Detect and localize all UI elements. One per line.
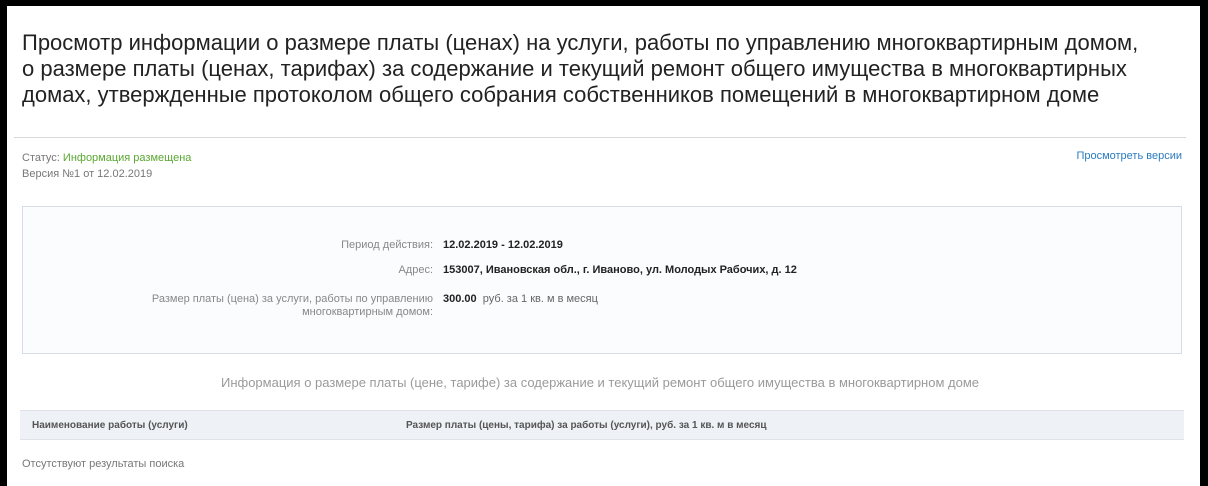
no-results-message: Отсутствуют результаты поиска	[22, 458, 185, 470]
address-value: 153007, Ивановская обл., г. Иваново, ул.…	[443, 264, 797, 276]
fee-row: Размер платы (цена) за услуги, работы по…	[23, 293, 1183, 325]
header-divider	[14, 137, 1186, 138]
section-title: Информация о размере платы (цене, тарифе…	[220, 375, 980, 390]
period-row: Период действия: 12.02.2019 - 12.02.2019	[23, 239, 1183, 255]
fee-value: 300.00 руб. за 1 кв. м в месяц	[443, 293, 598, 305]
address-row: Адрес: 153007, Ивановская обл., г. Ивано…	[23, 264, 1183, 280]
version-info: Версия №1 от 12.02.2019	[22, 168, 153, 180]
table-header: Наименование работы (услуги) Размер плат…	[20, 410, 1184, 440]
title-line-3: домах, утвержденные протоколом общего со…	[22, 82, 1100, 107]
fee-unit: руб. за 1 кв. м в месяц	[482, 293, 598, 305]
status-block: Статус: Информация размещена Версия №1 о…	[22, 150, 191, 182]
details-panel: Период действия: 12.02.2019 - 12.02.2019…	[22, 206, 1182, 354]
page-title: Просмотр информации о размере платы (цен…	[22, 30, 1192, 108]
fee-amount: 300.00	[443, 293, 477, 305]
period-label: Период действия:	[341, 239, 433, 251]
status-value: Информация размещена	[62, 152, 192, 164]
period-value: 12.02.2019 - 12.02.2019	[443, 239, 563, 251]
fee-label: Размер платы (цена) за услуги, работы по…	[151, 293, 433, 318]
status-label: Статус:	[22, 152, 60, 164]
address-label: Адрес:	[398, 264, 433, 276]
title-line-1: Просмотр информации о размере платы (цен…	[22, 30, 1139, 55]
column-header-fee[interactable]: Размер платы (цены, тарифа) за работы (у…	[406, 420, 767, 431]
status-line: Статус: Информация размещена	[22, 150, 191, 166]
title-line-2: о размере платы (ценах, тарифах) за соде…	[22, 56, 1127, 81]
view-versions-link[interactable]: Просмотреть версии	[1076, 150, 1182, 162]
column-header-work-name[interactable]: Наименование работы (услуги)	[32, 420, 188, 431]
